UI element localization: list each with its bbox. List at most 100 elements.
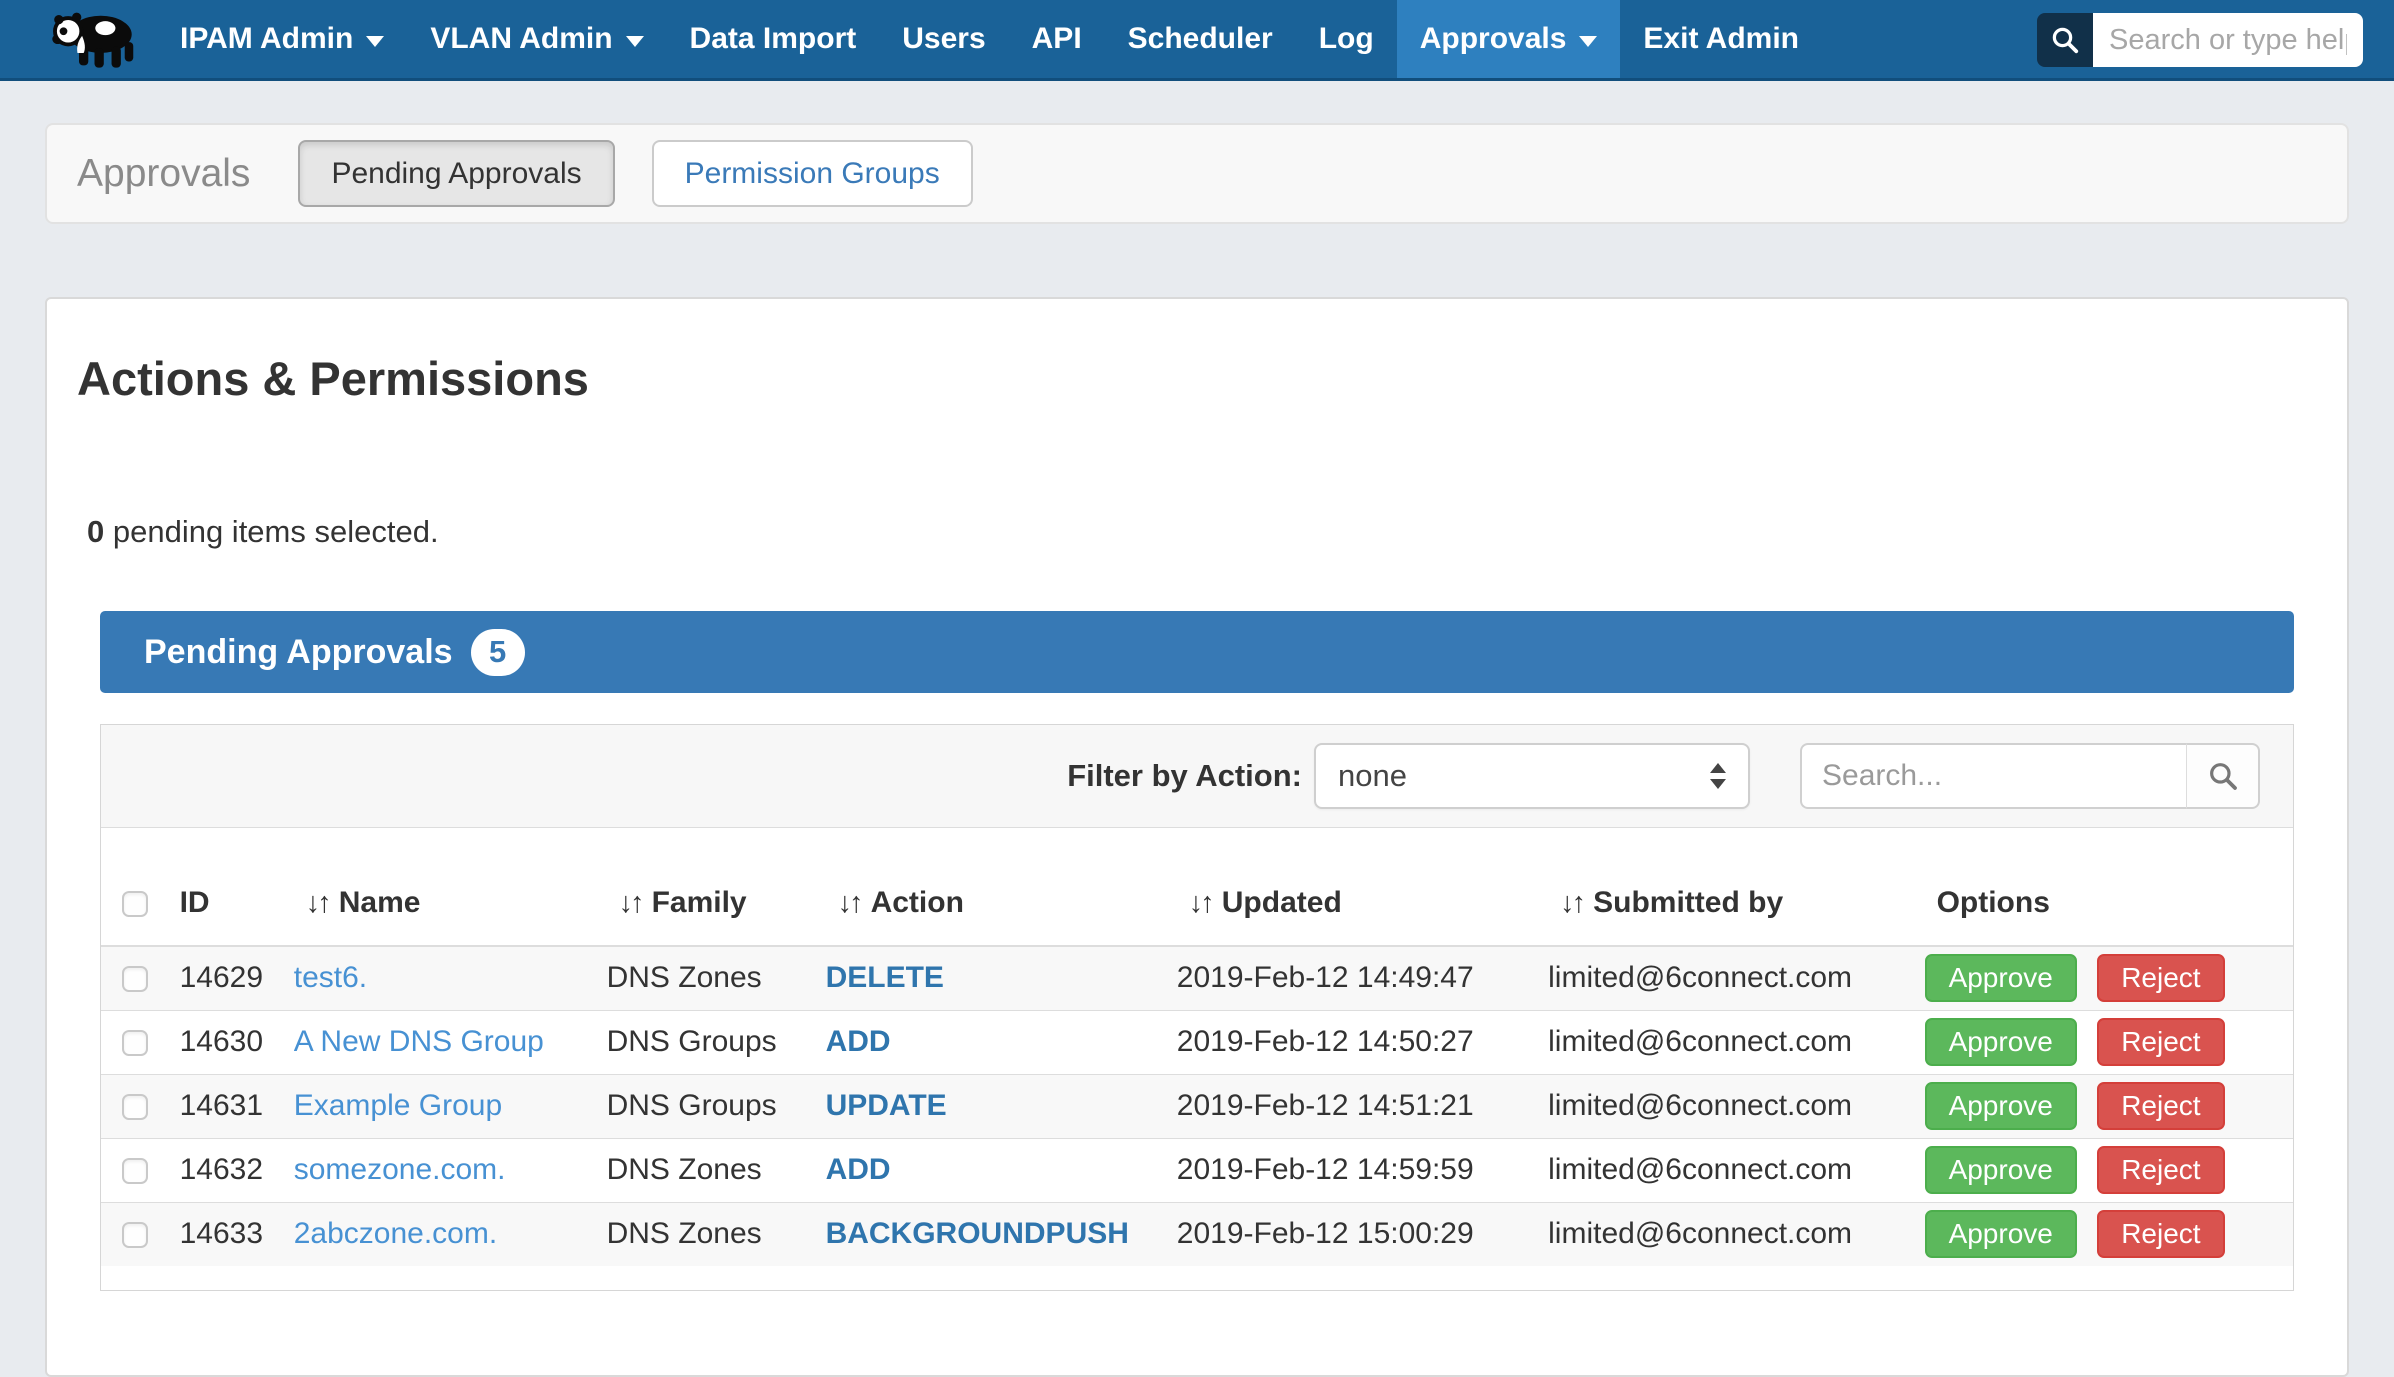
approve-button[interactable]: Approve <box>1925 1146 2077 1194</box>
name-link[interactable]: test6. <box>294 961 367 994</box>
cell-updated: 2019-Feb-12 15:00:29 <box>1177 1202 1548 1266</box>
row-checkbox[interactable] <box>122 1030 148 1056</box>
section-heading: Actions & Permissions <box>77 351 2347 406</box>
column-header-updated[interactable]: ↓↑Updated <box>1177 828 1548 946</box>
tab-permission-groups[interactable]: Permission Groups <box>652 140 973 207</box>
page-header: Approvals Pending Approvals Permission G… <box>45 123 2349 224</box>
panel-title: Pending Approvals <box>144 633 453 672</box>
sort-icon: ↓↑ <box>1189 887 1212 919</box>
filter-bar: Filter by Action: none <box>101 725 2293 828</box>
selected-text: pending items selected. <box>104 514 438 549</box>
action-filter-select[interactable]: none <box>1314 743 1750 809</box>
nav-item-data-import[interactable]: Data Import <box>667 0 880 78</box>
nav-item-api[interactable]: API <box>1009 0 1105 78</box>
action-link[interactable]: ADD <box>826 1153 891 1186</box>
name-link[interactable]: 2abczone.com. <box>294 1217 497 1250</box>
count-badge: 5 <box>471 629 525 676</box>
row-checkbox[interactable] <box>122 966 148 992</box>
approve-button[interactable]: Approve <box>1925 1082 2077 1130</box>
reject-button[interactable]: Reject <box>2097 954 2224 1002</box>
approve-button[interactable]: Approve <box>1925 1018 2077 1066</box>
table-search <box>1800 743 2260 809</box>
column-header-family[interactable]: ↓↑Family <box>607 828 826 946</box>
approvals-panel: Filter by Action: none <box>100 724 2294 1291</box>
cell-updated: 2019-Feb-12 14:59:59 <box>1177 1138 1548 1202</box>
nav-item-approvals[interactable]: Approvals <box>1397 0 1621 78</box>
cell-family: DNS Zones <box>607 1202 826 1266</box>
name-link[interactable]: somezone.com. <box>294 1153 506 1186</box>
cell-options: Approve Reject <box>1925 1074 2293 1138</box>
column-header-action[interactable]: ↓↑Action <box>826 828 1177 946</box>
sort-icon: ↓↑ <box>838 887 861 919</box>
table-row: 14630 A New DNS Group DNS Groups ADD 201… <box>101 1010 2293 1074</box>
cell-family: DNS Groups <box>607 1074 826 1138</box>
row-checkbox[interactable] <box>122 1094 148 1120</box>
nav-item-ipam-admin[interactable]: IPAM Admin <box>157 0 407 78</box>
selected-option: none <box>1338 758 1407 794</box>
nav-item-vlan-admin[interactable]: VLAN Admin <box>407 0 666 78</box>
row-checkbox[interactable] <box>122 1158 148 1184</box>
row-select-cell <box>101 1010 168 1074</box>
cell-id: 14633 <box>168 1202 294 1266</box>
cell-id: 14630 <box>168 1010 294 1074</box>
approve-button[interactable]: Approve <box>1925 1210 2077 1258</box>
nav-search-input[interactable] <box>2093 13 2363 67</box>
cell-name: test6. <box>294 946 607 1010</box>
action-link[interactable]: ADD <box>826 1025 891 1058</box>
name-link[interactable]: Example Group <box>294 1089 502 1122</box>
cell-submitted-by: limited@6connect.com <box>1548 1202 1924 1266</box>
filter-label: Filter by Action: <box>1067 758 1302 794</box>
caret-down-icon <box>366 36 384 47</box>
cell-id: 14631 <box>168 1074 294 1138</box>
cell-action: ADD <box>826 1010 1177 1074</box>
reject-button[interactable]: Reject <box>2097 1146 2224 1194</box>
top-nav: IPAM Admin VLAN Admin Data Import Users … <box>0 0 2394 81</box>
6connect-logo[interactable] <box>46 8 143 70</box>
table-search-input[interactable] <box>1800 743 2187 809</box>
nav-item-scheduler[interactable]: Scheduler <box>1105 0 1296 78</box>
nav-item-users[interactable]: Users <box>879 0 1008 78</box>
nav-item-exit-admin[interactable]: Exit Admin <box>1620 0 1822 78</box>
cell-name: somezone.com. <box>294 1138 607 1202</box>
nav-search <box>2037 13 2363 67</box>
table-search-button[interactable] <box>2187 743 2260 809</box>
reject-button[interactable]: Reject <box>2097 1018 2224 1066</box>
select-all-checkbox[interactable] <box>122 891 148 917</box>
cell-options: Approve Reject <box>1925 1202 2293 1266</box>
cell-family: DNS Groups <box>607 1010 826 1074</box>
action-link[interactable]: BACKGROUNDPUSH <box>826 1217 1129 1250</box>
reject-button[interactable]: Reject <box>2097 1210 2224 1258</box>
name-link[interactable]: A New DNS Group <box>294 1025 544 1058</box>
table-header-row: ID ↓↑Name ↓↑Family ↓↑Action ↓↑Updated ↓↑… <box>101 828 2293 946</box>
sort-icon: ↓↑ <box>306 887 329 919</box>
page-title: Approvals <box>77 152 250 196</box>
cell-options: Approve Reject <box>1925 1010 2293 1074</box>
column-header-id[interactable]: ID <box>168 828 294 946</box>
row-select-cell <box>101 946 168 1010</box>
column-header-submitted-by[interactable]: ↓↑Submitted by <box>1548 828 1924 946</box>
approve-button[interactable]: Approve <box>1925 954 2077 1002</box>
cell-family: DNS Zones <box>607 1138 826 1202</box>
select-all-header <box>101 828 168 946</box>
selected-count: 0 <box>87 514 104 549</box>
tab-pending-approvals[interactable]: Pending Approvals <box>298 140 614 207</box>
table-row: 14633 2abczone.com. DNS Zones BACKGROUND… <box>101 1202 2293 1266</box>
row-select-cell <box>101 1202 168 1266</box>
cell-submitted-by: limited@6connect.com <box>1548 1138 1924 1202</box>
action-link[interactable]: UPDATE <box>826 1089 947 1122</box>
action-link[interactable]: DELETE <box>826 961 944 994</box>
row-select-cell <box>101 1074 168 1138</box>
reject-button[interactable]: Reject <box>2097 1082 2224 1130</box>
cell-action: UPDATE <box>826 1074 1177 1138</box>
cell-action: DELETE <box>826 946 1177 1010</box>
column-header-options[interactable]: Options <box>1925 828 2293 946</box>
selected-count-line: 0 pending items selected. <box>87 514 2347 550</box>
cell-submitted-by: limited@6connect.com <box>1548 1010 1924 1074</box>
nav-item-log[interactable]: Log <box>1296 0 1397 78</box>
cell-action: ADD <box>826 1138 1177 1202</box>
search-icon <box>2037 13 2093 67</box>
column-header-name[interactable]: ↓↑Name <box>294 828 607 946</box>
caret-down-icon <box>1579 36 1597 47</box>
select-arrows-icon <box>1710 763 1726 789</box>
row-checkbox[interactable] <box>122 1222 148 1248</box>
